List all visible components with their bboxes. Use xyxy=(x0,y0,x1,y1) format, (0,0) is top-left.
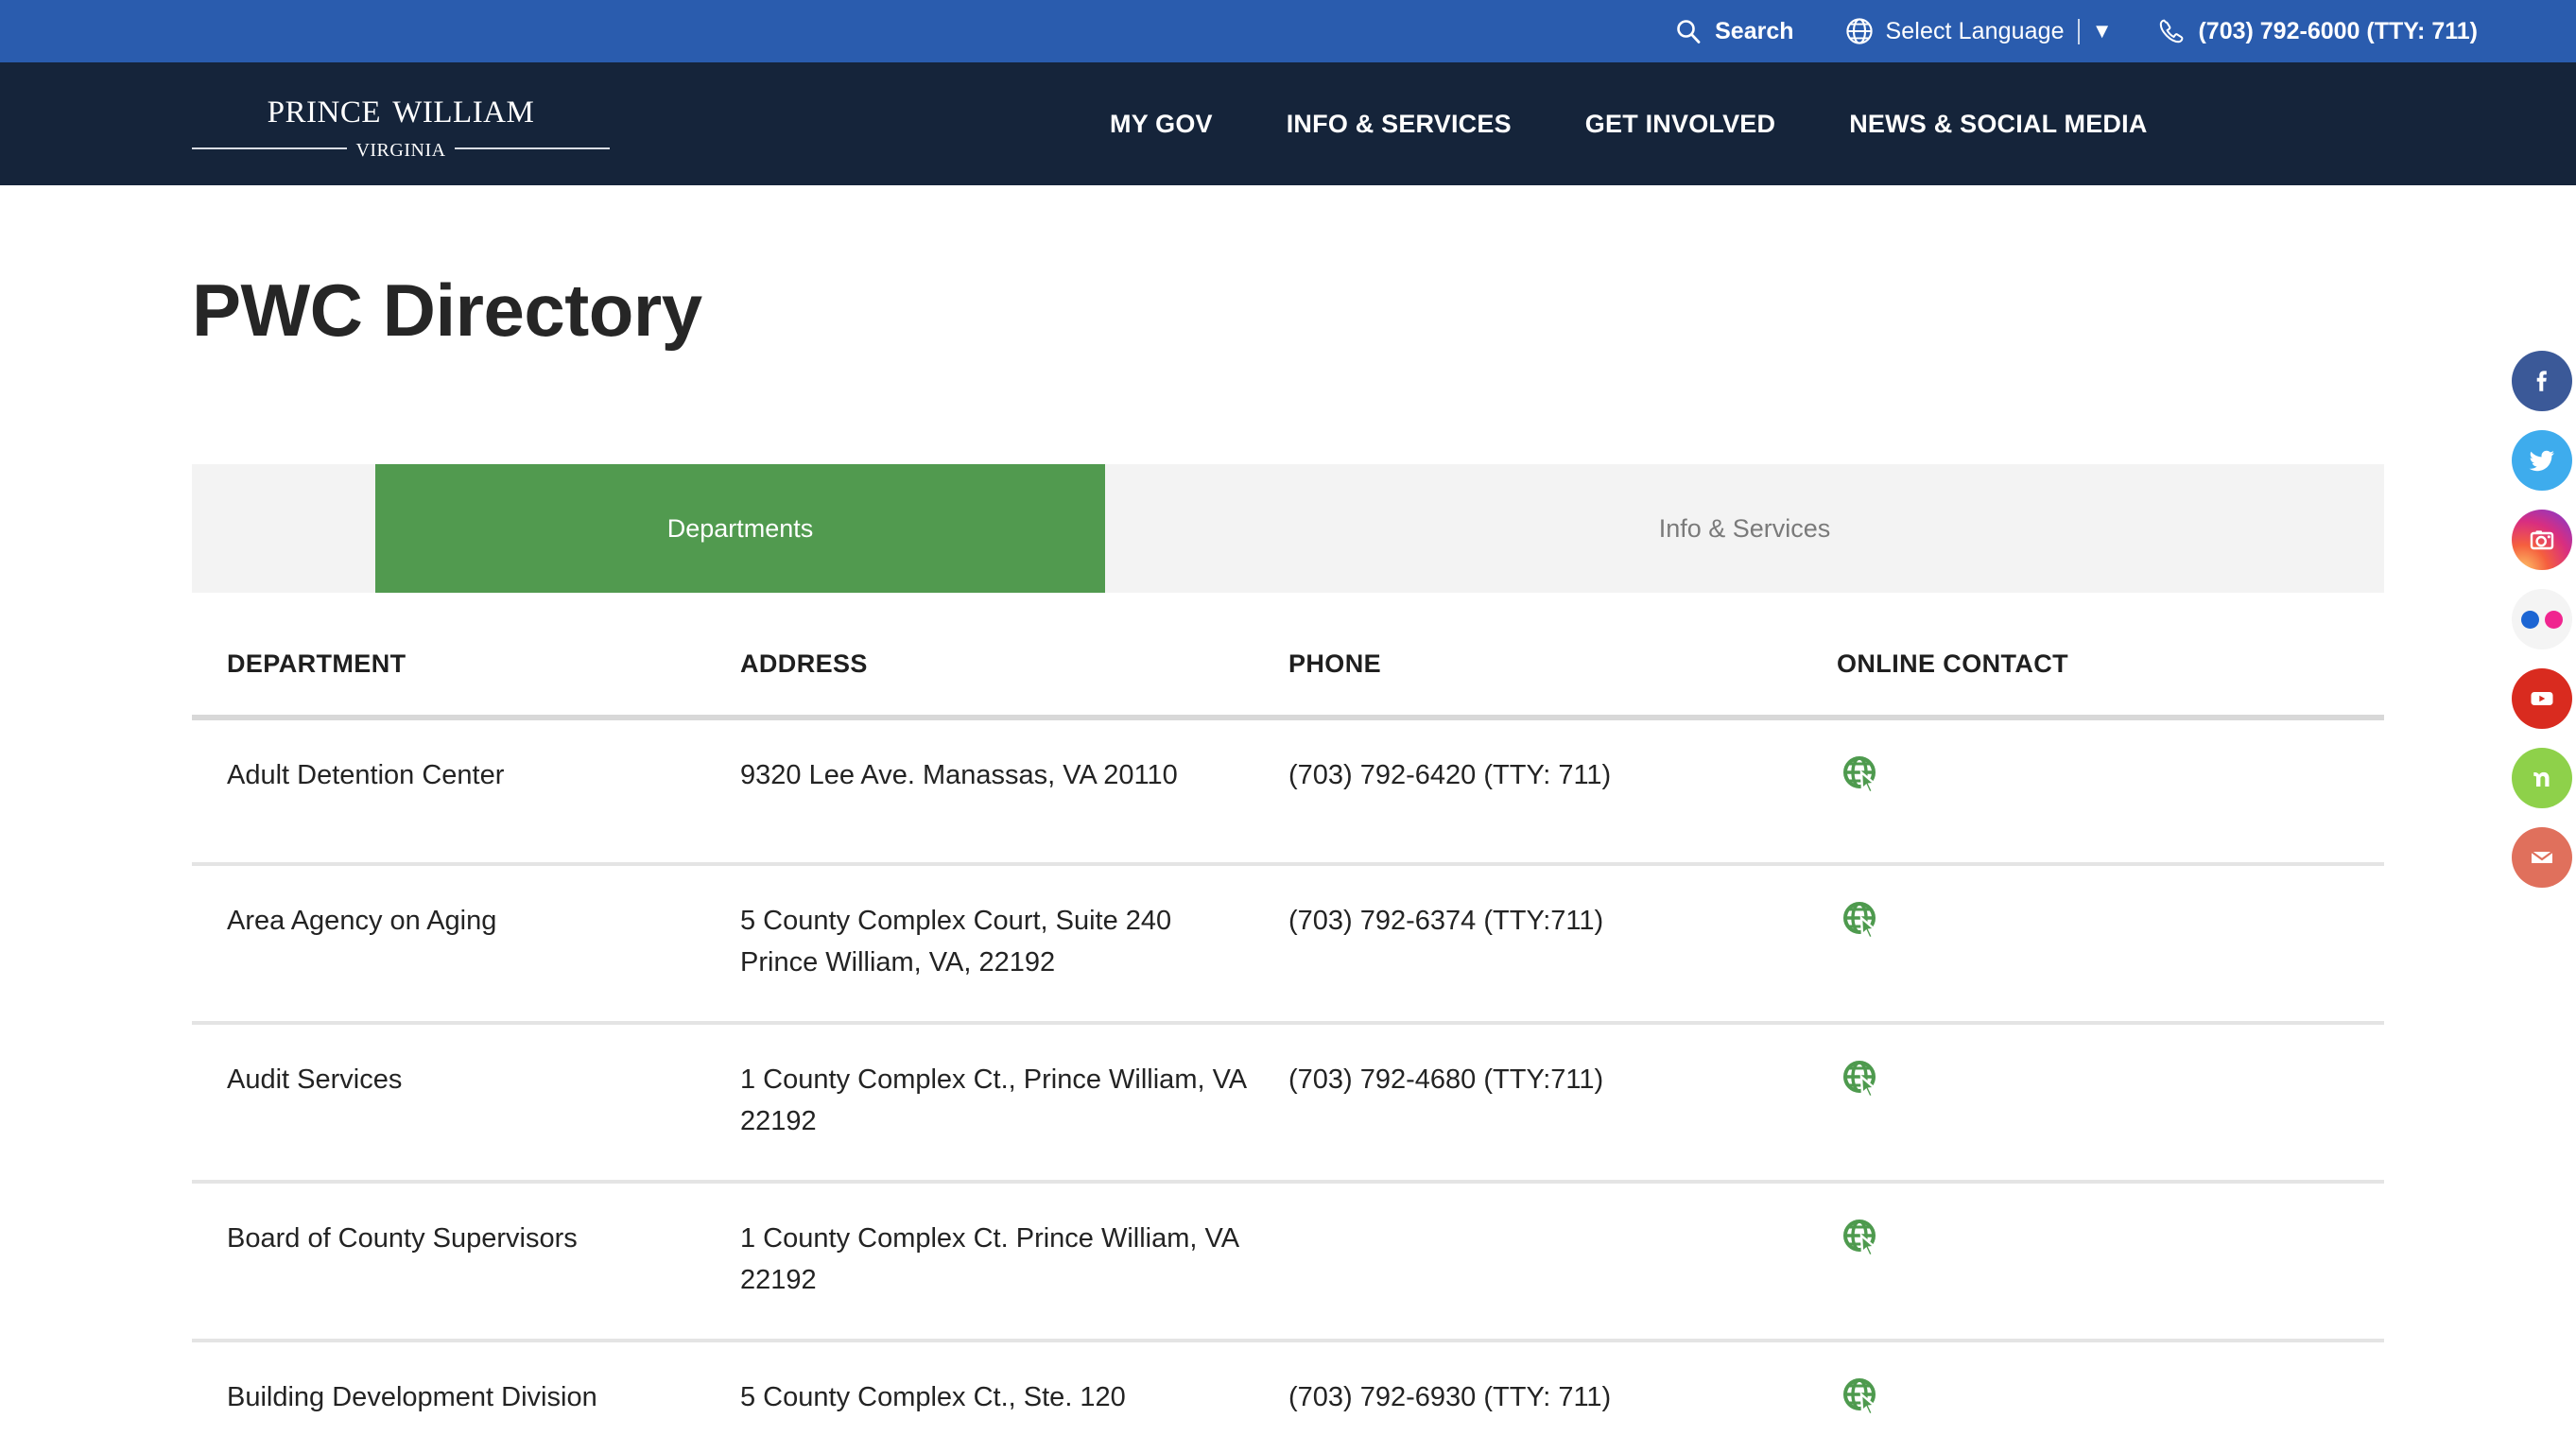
column-header-phone: PHONE xyxy=(1288,649,1382,678)
logo-subtitle-row: VIRGINIA xyxy=(192,135,610,162)
column-header-online-contact: ONLINE CONTACT xyxy=(1837,649,2069,678)
table-row: Board of County Supervisors 1 County Com… xyxy=(192,1184,2384,1343)
social-media-rail xyxy=(2507,351,2576,888)
cell-address: 5 County Complex Ct., Ste. 120 xyxy=(740,1382,1126,1413)
directory-tabs: Departments Info & Services xyxy=(192,464,2384,593)
phone-link[interactable]: (703) 792-6000 (TTY: 711) xyxy=(2157,17,2478,45)
flickr-dots xyxy=(2520,610,2563,629)
youtube-icon[interactable] xyxy=(2511,668,2572,729)
facebook-icon[interactable] xyxy=(2511,351,2572,411)
cell-department: Building Development Division xyxy=(227,1382,597,1413)
globe-cursor-icon[interactable] xyxy=(1841,754,1882,808)
logo-rule-left xyxy=(192,147,348,149)
search-label: Search xyxy=(1715,17,1794,44)
column-header-address: ADDRESS xyxy=(740,649,868,678)
cell-address: 1 County Complex Ct., Prince William, VA… xyxy=(740,1064,1246,1137)
cell-phone: (703) 792-6930 (TTY: 711) xyxy=(1288,1382,1612,1413)
site-logo[interactable]: PRINCE WILLIAM VIRGINIA xyxy=(192,86,610,162)
tab-leading-spacer xyxy=(192,464,375,593)
nav-item-get-involved[interactable]: GET INVOLVED xyxy=(1585,110,1775,139)
site-header: PRINCE WILLIAM VIRGINIA MY GOV INFO & SE… xyxy=(0,62,2576,185)
nav-item-my-gov[interactable]: MY GOV xyxy=(1110,110,1213,139)
cell-address: 9320 Lee Ave. Manassas, VA 20110 xyxy=(740,760,1178,790)
search-button[interactable]: Search xyxy=(1675,17,1794,45)
language-label: Select Language xyxy=(1885,17,2065,44)
table-row: Audit Services 1 County Complex Ct., Pri… xyxy=(192,1025,2384,1185)
cell-address: 5 County Complex Court, Suite 240 Prince… xyxy=(740,906,1172,978)
cell-online-contact xyxy=(1837,1218,2384,1272)
globe-icon xyxy=(1845,17,1874,45)
page-title: PWC Directory xyxy=(192,268,702,352)
flickr-dot-pink xyxy=(2544,610,2563,629)
logo-primary-text: PRINCE WILLIAM xyxy=(267,83,535,132)
cell-department: Adult Detention Center xyxy=(227,760,505,790)
globe-cursor-icon[interactable] xyxy=(1841,1218,1882,1272)
twitter-icon[interactable] xyxy=(2511,430,2572,491)
globe-cursor-icon[interactable] xyxy=(1841,1376,1882,1430)
logo-rule-right xyxy=(454,147,610,149)
cell-online-contact xyxy=(1837,900,2384,954)
cell-address: 1 County Complex Ct. Prince William, VA … xyxy=(740,1223,1238,1296)
cell-department: Area Agency on Aging xyxy=(227,906,497,936)
globe-cursor-icon[interactable] xyxy=(1841,1059,1882,1113)
tab-info-services[interactable]: Info & Services xyxy=(1105,464,2384,593)
cell-phone: (703) 792-6374 (TTY:711) xyxy=(1288,906,1604,936)
phone-number: (703) 792-6000 (TTY: 711) xyxy=(2198,17,2478,44)
nav-item-info-services[interactable]: INFO & SERVICES xyxy=(1287,110,1512,139)
flickr-dot-blue xyxy=(2520,610,2539,629)
tab-departments[interactable]: Departments xyxy=(375,464,1105,593)
cell-online-contact xyxy=(1837,1376,2384,1430)
logo-secondary-text: VIRGINIA xyxy=(355,133,446,163)
utility-bar: Search Select Language ▼ (703) 792-6000 … xyxy=(0,0,2576,62)
nav-item-news-social-media[interactable]: NEWS & SOCIAL MEDIA xyxy=(1849,110,2147,139)
email-icon[interactable] xyxy=(2511,827,2572,888)
cell-online-contact xyxy=(1837,754,2384,808)
globe-cursor-icon[interactable] xyxy=(1841,900,1882,954)
cell-department: Board of County Supervisors xyxy=(227,1223,578,1254)
phone-icon xyxy=(2157,17,2186,45)
table-header-row: DEPARTMENT ADDRESS PHONE ONLINE CONTACT xyxy=(192,593,2384,720)
language-divider xyxy=(2077,18,2080,44)
language-selector[interactable]: Select Language ▼ xyxy=(1845,17,2113,45)
cell-phone: (703) 792-6420 (TTY: 711) xyxy=(1288,760,1612,790)
cell-department: Audit Services xyxy=(227,1064,403,1096)
nextdoor-icon[interactable] xyxy=(2511,748,2572,808)
chevron-down-icon[interactable]: ▼ xyxy=(2092,21,2113,42)
table-row: Area Agency on Aging 5 County Complex Co… xyxy=(192,866,2384,1026)
directory-table: DEPARTMENT ADDRESS PHONE ONLINE CONTACT … xyxy=(192,593,2384,1436)
search-icon xyxy=(1675,18,1702,44)
flickr-icon[interactable] xyxy=(2511,589,2572,649)
cell-online-contact xyxy=(1837,1059,2384,1113)
cell-phone: (703) 792-4680 (TTY:711) xyxy=(1288,1064,1604,1096)
main-navigation: MY GOV INFO & SERVICES GET INVOLVED NEWS… xyxy=(1110,110,2148,139)
column-header-department: DEPARTMENT xyxy=(227,649,406,678)
table-row: Building Development Division 5 County C… xyxy=(192,1342,2384,1436)
page-body: PWC Directory Departments Info & Service… xyxy=(0,273,2576,1436)
instagram-icon[interactable] xyxy=(2511,510,2572,570)
table-row: Adult Detention Center 9320 Lee Ave. Man… xyxy=(192,720,2384,866)
